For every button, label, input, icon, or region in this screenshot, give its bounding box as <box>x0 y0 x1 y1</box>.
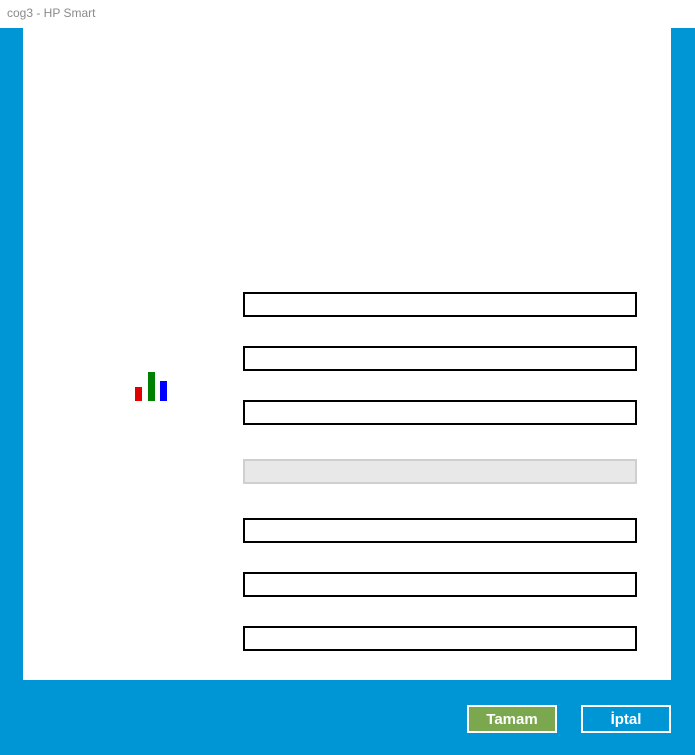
cancel-button[interactable]: İptal <box>581 705 671 733</box>
content-panel <box>23 28 671 680</box>
window-title: cog3 - HP Smart <box>7 6 96 20</box>
bar-chart-icon <box>135 372 167 401</box>
form-field-7[interactable] <box>243 626 637 651</box>
title-bar: cog3 - HP Smart <box>0 0 695 28</box>
form-field-1[interactable] <box>243 292 637 317</box>
form-field-4-readonly <box>243 459 637 484</box>
chart-icon-bar-blue <box>160 381 167 401</box>
dialog-frame: Tamam İptal <box>0 28 695 755</box>
form-field-6[interactable] <box>243 572 637 597</box>
form-field-2[interactable] <box>243 346 637 371</box>
chart-icon-bar-red <box>135 387 142 401</box>
form-field-3[interactable] <box>243 400 637 425</box>
chart-icon-bar-green <box>148 372 155 401</box>
form-field-5[interactable] <box>243 518 637 543</box>
ok-button[interactable]: Tamam <box>467 705 557 733</box>
